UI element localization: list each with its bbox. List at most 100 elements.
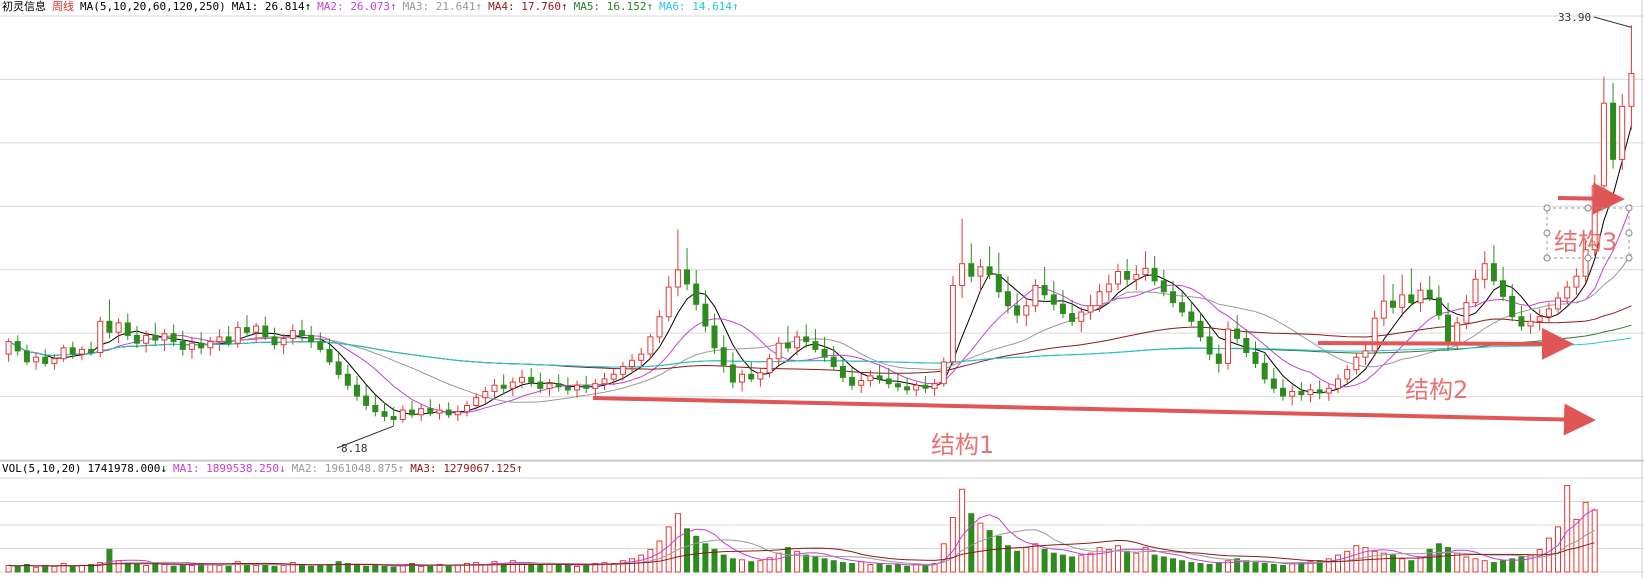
candle-body: [500, 384, 507, 389]
volume-bar: [1380, 552, 1387, 573]
stock-name: 初灵信息: [2, 0, 46, 13]
ma-config: MA(5,10,20,60,120,250): [80, 0, 226, 13]
low-price-label: 8.18: [341, 442, 368, 455]
volume-bar: [949, 517, 956, 573]
candle-body: [1353, 356, 1360, 371]
candle-body: [674, 269, 681, 288]
volume-bar: [1591, 509, 1598, 573]
candle: [97, 316, 104, 358]
volume-bar: [161, 564, 168, 573]
candle-body: [1115, 271, 1121, 285]
candle-body: [1472, 278, 1479, 304]
volume-bar: [665, 526, 672, 573]
volume-bar: [42, 564, 49, 573]
volume-bar: [1390, 554, 1396, 573]
volume-bar: [317, 564, 324, 573]
candle-body: [1160, 280, 1167, 293]
candle-body: [1408, 294, 1415, 304]
volume-bar: [803, 554, 810, 573]
candle-body: [179, 341, 186, 350]
volume-bar: [867, 564, 874, 573]
candle-body: [1069, 313, 1076, 322]
volume-bar: [454, 564, 461, 573]
volume-bar: [977, 522, 984, 573]
volume-bar: [69, 565, 76, 573]
candle-body: [42, 356, 49, 364]
volume-bar: [729, 558, 736, 573]
candle-body: [454, 411, 461, 416]
volume-bar: [1408, 560, 1415, 573]
candle-body: [381, 411, 388, 417]
candle-body: [1555, 297, 1561, 310]
candle-body: [198, 342, 205, 349]
vol-value: 1741978.000↓: [87, 462, 167, 475]
candle-body: [1078, 311, 1085, 322]
volume-bar: [528, 564, 535, 573]
candle-body: [830, 356, 837, 368]
volume-bar: [1252, 562, 1259, 573]
volume-bar: [216, 564, 223, 573]
candle-body: [1390, 300, 1396, 308]
candle-body: [757, 372, 764, 380]
candle-body: [931, 383, 938, 389]
ma-header: 初灵信息 周线 MA(5,10,20,60,120,250) MA1: 26.8…: [2, 0, 739, 14]
candle-body: [60, 347, 67, 360]
chart-canvas[interactable]: [0, 0, 1644, 578]
candle-body: [794, 336, 801, 349]
candle-body: [784, 342, 791, 349]
volume-bar: [1197, 563, 1204, 573]
candle-body: [372, 405, 379, 413]
candle-body: [1435, 297, 1442, 316]
candle-body: [1234, 328, 1241, 339]
volume-bar: [225, 565, 232, 573]
volume-bar: [1004, 545, 1011, 573]
candle-body: [1380, 300, 1387, 319]
candle-body: [243, 327, 250, 333]
candle-body: [665, 286, 672, 318]
candle-body: [519, 376, 525, 383]
ma6-item: MA6: 14.614↑: [659, 0, 739, 13]
candle-body: [766, 358, 773, 374]
volume-bar: [1472, 558, 1479, 573]
volume-bar: [904, 565, 911, 573]
candle-body: [1206, 336, 1213, 355]
candle-body: [922, 384, 929, 389]
candle: [949, 276, 956, 365]
grid-layer: [0, 0, 1644, 578]
candle-body: [1105, 283, 1112, 293]
candle-body: [14, 341, 21, 352]
candle-body: [115, 322, 122, 333]
volume-bar: [1399, 558, 1406, 573]
candle-body: [821, 348, 828, 358]
volume-bar: [143, 564, 150, 573]
candle-body: [51, 358, 58, 364]
candle-body: [289, 330, 296, 340]
volume-bar: [1463, 556, 1470, 573]
selection-handle: [1584, 204, 1592, 212]
volume-bar: [1087, 552, 1094, 573]
candle-body: [207, 341, 214, 349]
candle-body: [940, 361, 947, 385]
candle-body: [133, 334, 140, 344]
candle-body: [647, 336, 654, 355]
candle-body: [1142, 267, 1149, 276]
volume-bar: [1454, 552, 1461, 573]
candle-body: [959, 263, 966, 287]
structure-3-arrow: [1557, 182, 1625, 215]
candle-body: [473, 397, 480, 407]
volume-bar: [1371, 550, 1378, 573]
candle-body: [445, 409, 452, 416]
volume-bar: [1050, 552, 1057, 573]
candle-body: [344, 373, 351, 386]
volume-bar: [1261, 563, 1268, 573]
volume-bar: [1289, 563, 1296, 573]
volume-bar: [262, 564, 269, 573]
candle-body: [729, 364, 736, 383]
background: [0, 0, 1644, 578]
volume-bar: [922, 564, 929, 573]
candle-body: [1261, 362, 1268, 380]
ma2-item: MA2: 26.073↑: [317, 0, 397, 13]
candle-body: [1316, 389, 1323, 394]
candle-body: [1133, 274, 1140, 280]
candle-body: [161, 333, 168, 341]
